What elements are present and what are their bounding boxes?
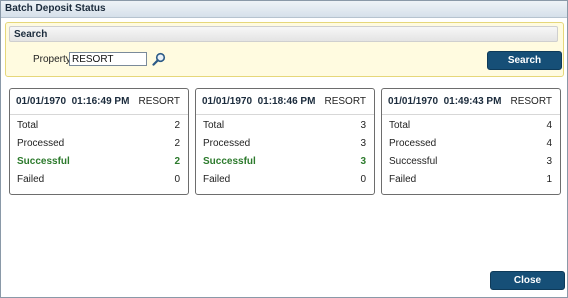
row-label: Successful <box>389 156 438 167</box>
row-label: Processed <box>203 138 251 149</box>
batch-card: 01/01/1970 01:16:49 PM RESORT Total 2 Pro… <box>9 88 189 195</box>
failed-row: Failed 1 <box>382 171 560 189</box>
row-value: 3 <box>360 138 366 149</box>
batch-timestamp: 01/01/1970 01:49:43 PM <box>388 96 502 107</box>
row-value: 2 <box>174 156 180 167</box>
row-label: Total <box>389 120 411 131</box>
row-value: 0 <box>174 174 180 185</box>
card-header: 01/01/1970 01:49:43 PM RESORT <box>382 89 560 115</box>
row-value: 4 <box>546 138 552 149</box>
batch-deposit-status-window: Batch Deposit Status Search Property Sea… <box>0 0 568 298</box>
row-label: Processed <box>389 138 437 149</box>
search-button[interactable]: Search <box>487 51 562 70</box>
row-label: Total <box>17 120 39 131</box>
batch-card: 01/01/1970 01:49:43 PM RESORT Total 4 Pro… <box>381 88 561 195</box>
successful-row: Successful 2 <box>10 153 188 171</box>
magnifier-icon[interactable] <box>152 52 166 66</box>
row-label: Failed <box>17 174 45 185</box>
row-value: 3 <box>360 156 366 167</box>
row-label: Processed <box>17 138 65 149</box>
total-row: Total 4 <box>382 117 560 135</box>
total-row: Total 2 <box>10 117 188 135</box>
batch-property: RESORT <box>324 96 367 107</box>
successful-row: Successful 3 <box>196 153 374 171</box>
row-label: Total <box>203 120 225 131</box>
failed-row: Failed 0 <box>196 171 374 189</box>
close-button[interactable]: Close <box>490 271 565 290</box>
card-header: 01/01/1970 01:18:46 PM RESORT <box>196 89 374 115</box>
batch-card: 01/01/1970 01:18:46 PM RESORT Total 3 Pro… <box>195 88 375 195</box>
processed-row: Processed 3 <box>196 135 374 153</box>
property-label: Property <box>33 54 71 65</box>
processed-row: Processed 4 <box>382 135 560 153</box>
row-value: 0 <box>360 174 366 185</box>
window-title: Batch Deposit Status <box>1 1 567 18</box>
row-value: 3 <box>360 120 366 131</box>
row-value: 2 <box>174 138 180 149</box>
row-label: Failed <box>389 174 417 185</box>
processed-row: Processed 2 <box>10 135 188 153</box>
row-label: Successful <box>17 156 70 167</box>
row-value: 4 <box>546 120 552 131</box>
search-panel: Search Property Search <box>5 22 564 77</box>
successful-row: Successful 3 <box>382 153 560 171</box>
batch-timestamp: 01/01/1970 01:18:46 PM <box>202 96 316 107</box>
failed-row: Failed 0 <box>10 171 188 189</box>
card-header: 01/01/1970 01:16:49 PM RESORT <box>10 89 188 115</box>
batch-timestamp: 01/01/1970 01:16:49 PM <box>16 96 130 107</box>
row-value: 3 <box>546 156 552 167</box>
row-label: Failed <box>203 174 231 185</box>
total-row: Total 3 <box>196 117 374 135</box>
row-label: Successful <box>203 156 256 167</box>
batch-property: RESORT <box>138 96 181 107</box>
row-value: 2 <box>174 120 180 131</box>
search-header: Search <box>9 26 558 42</box>
batch-property: RESORT <box>510 96 553 107</box>
row-value: 1 <box>546 174 552 185</box>
property-input[interactable] <box>69 52 147 66</box>
